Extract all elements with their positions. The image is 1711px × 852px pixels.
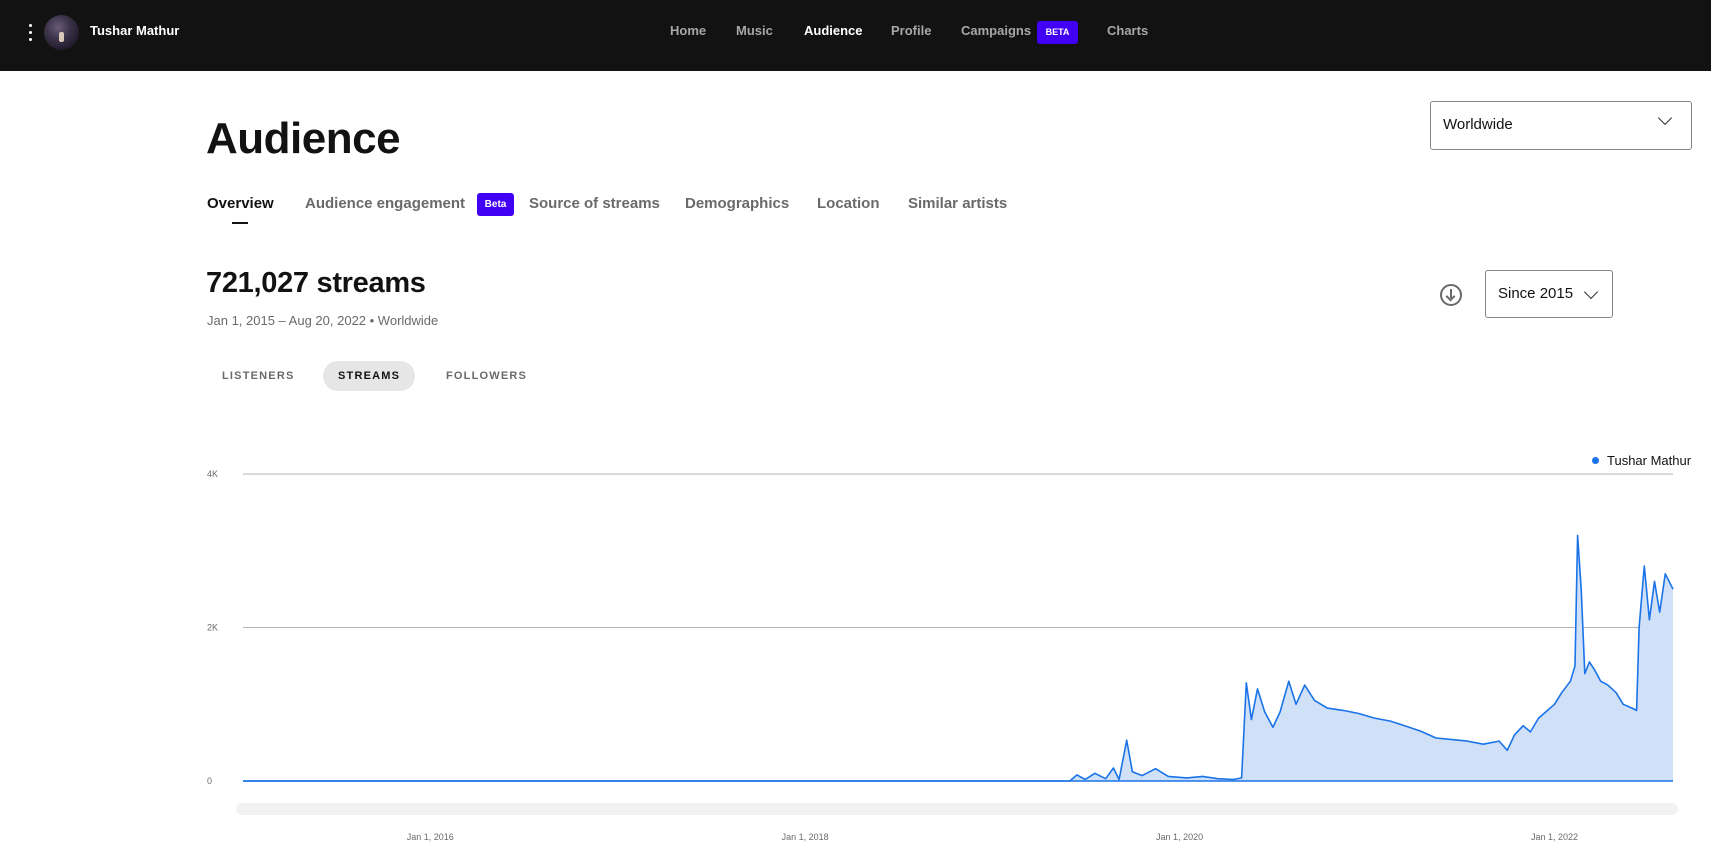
engagement-beta-badge: Beta xyxy=(477,193,514,216)
nav-audience[interactable]: Audience xyxy=(804,23,863,38)
artist-name[interactable]: Tushar Mathur xyxy=(90,23,179,38)
metric-listeners[interactable]: LISTENERS xyxy=(207,361,310,391)
tab-similar-artists[interactable]: Similar artists xyxy=(908,195,1007,212)
period-select[interactable]: Since 2015 xyxy=(1485,270,1613,318)
x-tick-label: Jan 1, 2020 xyxy=(1156,832,1203,842)
chevron-down-icon xyxy=(1657,110,1673,126)
more-options-icon[interactable] xyxy=(24,22,36,44)
tab-source-of-streams[interactable]: Source of streams xyxy=(529,195,660,212)
streams-chart: 0 2K 4K Jan 1, 2016 Jan 1, 2018 Jan 1, 2020 Ja… xyxy=(207,469,1674,842)
period-select-value: Since 2015 xyxy=(1498,285,1574,302)
nav-profile[interactable]: Profile xyxy=(891,23,931,38)
chart-range-scrollbar[interactable] xyxy=(236,803,1678,815)
y-tick-label: 2K xyxy=(207,623,218,633)
download-icon[interactable] xyxy=(1440,284,1462,306)
campaigns-beta-badge: BETA xyxy=(1037,21,1078,44)
nav-music[interactable]: Music xyxy=(736,23,773,38)
chevron-down-icon xyxy=(1583,284,1599,300)
nav-campaigns[interactable]: Campaigns xyxy=(961,23,1031,38)
region-select-value: Worldwide xyxy=(1443,116,1513,133)
series-area xyxy=(243,535,1673,781)
nav-home[interactable]: Home xyxy=(670,23,706,38)
y-tick-label: 0 xyxy=(207,776,212,786)
nav-charts[interactable]: Charts xyxy=(1107,23,1148,38)
x-tick-label: Jan 1, 2022 xyxy=(1531,832,1578,842)
region-select[interactable]: Worldwide xyxy=(1430,101,1692,150)
metric-followers[interactable]: FOLLOWERS xyxy=(431,361,542,391)
top-navigation-bar: Tushar Mathur Home Music Audience Profil… xyxy=(0,0,1711,71)
streams-total: 721,027 streams xyxy=(206,267,426,299)
tab-location[interactable]: Location xyxy=(817,195,880,212)
artist-avatar[interactable] xyxy=(44,15,79,50)
metric-streams[interactable]: STREAMS xyxy=(323,361,416,391)
active-tab-indicator xyxy=(232,222,248,224)
x-tick-label: Jan 1, 2016 xyxy=(407,832,454,842)
y-tick-label: 4K xyxy=(207,469,218,479)
tab-audience-engagement[interactable]: Audience engagement xyxy=(305,195,465,212)
date-range-caption: Jan 1, 2015 – Aug 20, 2022 • Worldwide xyxy=(207,313,439,328)
page-title: Audience xyxy=(206,114,401,163)
x-tick-label: Jan 1, 2018 xyxy=(782,832,829,842)
tab-overview[interactable]: Overview xyxy=(207,195,274,212)
tab-demographics[interactable]: Demographics xyxy=(685,195,789,212)
